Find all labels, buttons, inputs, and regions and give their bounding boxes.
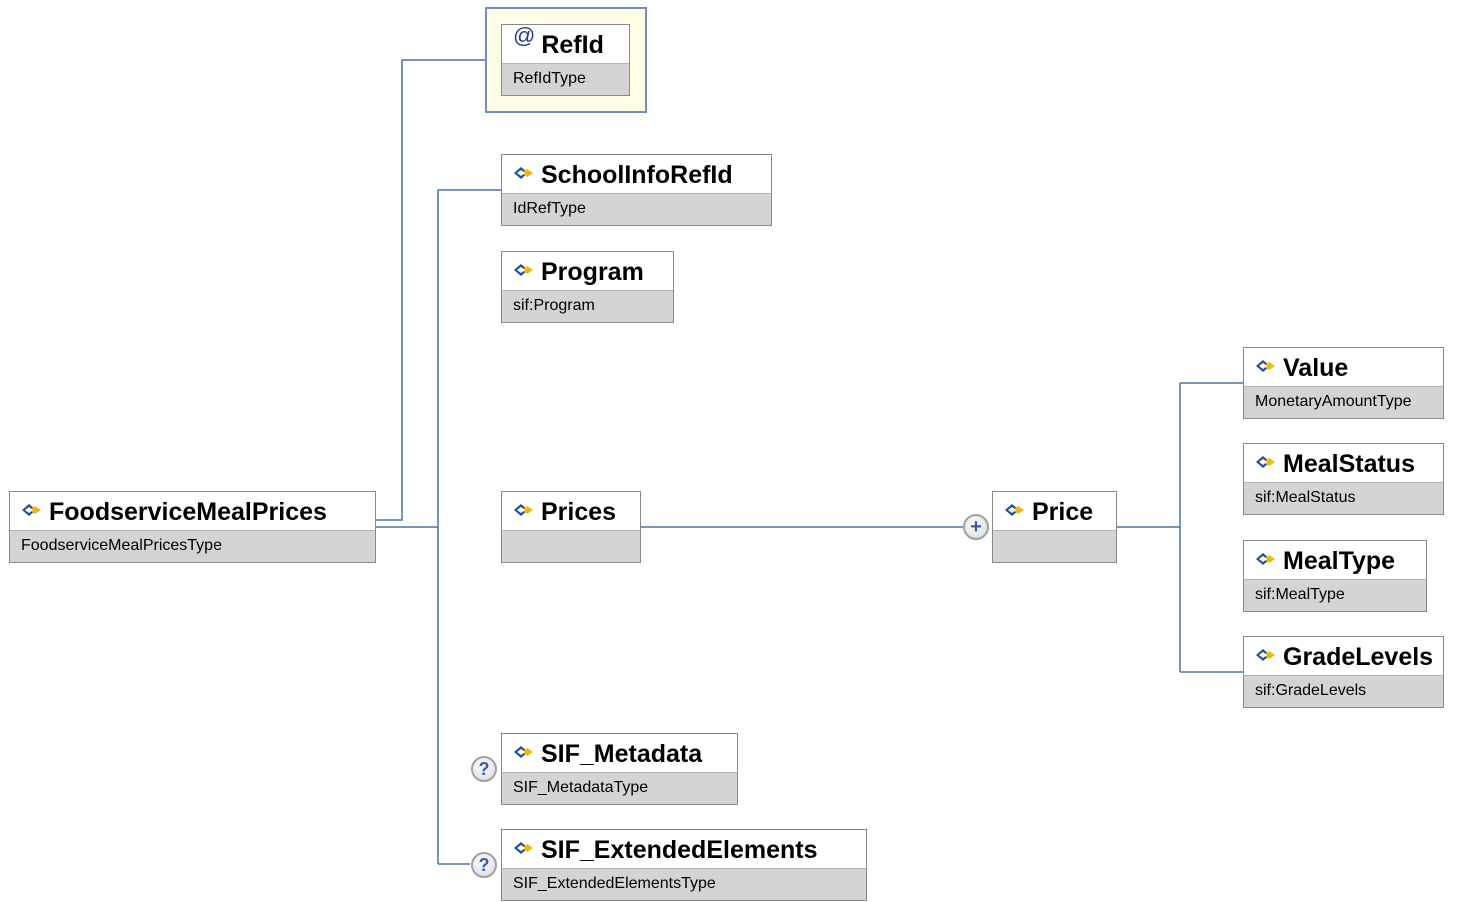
node-name: Prices: [541, 498, 617, 526]
element-icon: [514, 504, 533, 517]
element-icon: [1256, 360, 1275, 373]
element-icon: [514, 167, 533, 180]
node-type: FoodserviceMealPricesType: [10, 530, 375, 562]
root-element-node[interactable]: FoodserviceMealPrices FoodserviceMealPri…: [9, 491, 376, 563]
element-program-node[interactable]: Program sif:Program: [501, 251, 674, 323]
element-sif-metadata-node[interactable]: SIF_Metadata SIF_MetadataType: [501, 733, 738, 805]
node-name: FoodserviceMealPrices: [49, 498, 327, 526]
node-name: SchoolInfoRefId: [541, 161, 733, 189]
node-type: IdRefType: [502, 193, 771, 225]
element-icon: [514, 264, 533, 277]
node-type: sif:GradeLevels: [1244, 675, 1443, 707]
element-schoolinforefid-node[interactable]: SchoolInfoRefId IdRefType: [501, 154, 772, 226]
node-name: Program: [541, 258, 644, 286]
element-mealtype-node[interactable]: MealType sif:MealType: [1243, 540, 1427, 612]
element-icon: [1005, 504, 1024, 517]
node-type: MonetaryAmountType: [1244, 386, 1443, 418]
element-icon: [1256, 649, 1275, 662]
node-type: sif:MealType: [1244, 579, 1426, 611]
element-value-node[interactable]: Value MonetaryAmountType: [1243, 347, 1444, 419]
node-name: GradeLevels: [1283, 643, 1434, 671]
element-mealstatus-node[interactable]: MealStatus sif:MealStatus: [1243, 443, 1444, 515]
attribute-refid-node[interactable]: @ RefId RefIdType: [501, 24, 630, 96]
node-type: sif:Program: [502, 290, 673, 322]
optional-icon: ?: [471, 756, 497, 782]
element-prices-node[interactable]: Prices: [501, 491, 641, 563]
element-gradelevels-node[interactable]: GradeLevels sif:GradeLevels: [1243, 636, 1444, 708]
expand-icon[interactable]: +: [963, 514, 989, 540]
element-icon: [1256, 456, 1275, 469]
node-name: SIF_ExtendedElements: [541, 836, 818, 864]
node-type: [502, 530, 640, 562]
node-name: MealType: [1283, 547, 1396, 575]
node-name: Price: [1032, 498, 1094, 526]
node-type: SIF_ExtendedElementsType: [502, 868, 866, 900]
element-price-node[interactable]: Price: [992, 491, 1117, 563]
node-type: [993, 530, 1116, 562]
element-icon: [1256, 553, 1275, 566]
element-icon: [514, 842, 533, 855]
element-icon: [22, 504, 41, 517]
node-type: SIF_MetadataType: [502, 772, 737, 804]
node-type: sif:MealStatus: [1244, 482, 1443, 514]
node-type: RefIdType: [502, 63, 629, 95]
node-name: RefId: [541, 31, 604, 59]
optional-icon: ?: [471, 852, 497, 878]
node-name: Value: [1283, 354, 1349, 382]
node-name: MealStatus: [1283, 450, 1415, 478]
attribute-icon: @: [513, 24, 536, 48]
node-name: SIF_Metadata: [541, 740, 703, 768]
element-sif-extendedelements-node[interactable]: SIF_ExtendedElements SIF_ExtendedElement…: [501, 829, 867, 901]
element-icon: [514, 746, 533, 759]
